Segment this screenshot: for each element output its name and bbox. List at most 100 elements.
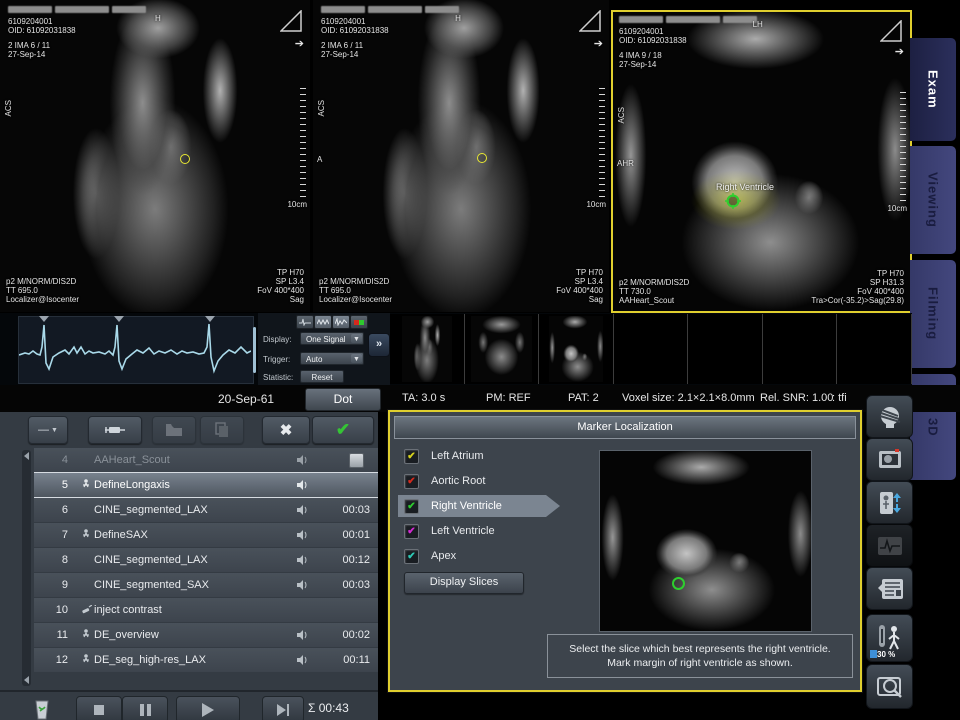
checkbox-checked-icon[interactable] (404, 474, 419, 489)
thumbnail-sagittal[interactable] (390, 314, 465, 384)
rv-marker-crosshair-icon[interactable] (725, 193, 741, 209)
queue-row[interactable]: 6 CINE_segmented_LAX 00:03 (34, 498, 378, 522)
arrow-right-icon[interactable]: ➔ (594, 40, 603, 49)
syringe-icon (78, 605, 94, 615)
inject-contrast-button[interactable] (88, 416, 142, 444)
queue-row[interactable]: 11 DE_overview 00:02 (34, 623, 378, 647)
checkbox-checked-icon[interactable] (404, 549, 419, 564)
orientation-left-label: ACS (317, 100, 326, 116)
reset-button[interactable]: Reset (300, 370, 344, 383)
corner-triangle-icon (280, 10, 302, 32)
folder-icon (165, 423, 183, 437)
waveform-icon (877, 536, 903, 556)
checkmark-icon: ✔ (336, 420, 350, 440)
trash-icon[interactable] (32, 697, 52, 720)
strip-divider-handle[interactable] (253, 327, 256, 373)
skip-icon (277, 704, 289, 716)
param-bl-3: AAHeart_Scout (619, 296, 674, 305)
scroll-down-icon[interactable] (24, 676, 29, 684)
orientation-top-label: H (455, 14, 461, 23)
copy-protocol-button[interactable] (200, 416, 244, 444)
orientation-left-label: ACS (4, 100, 13, 116)
ecg-waveform (19, 317, 251, 381)
table-move-icon (877, 490, 903, 516)
play-icon (202, 703, 214, 717)
thumbnail-empty (763, 314, 838, 384)
ecg-display (18, 316, 254, 384)
checkbox-checked-icon[interactable] (404, 524, 419, 539)
sar-monitor-button[interactable]: 30 % (866, 614, 913, 662)
param-br-2: SP L3.4 (575, 277, 603, 286)
marker-name-label: Right Ventricle (716, 182, 774, 192)
image-display-button[interactable] (866, 438, 913, 481)
cancel-button[interactable]: ✖ (262, 416, 310, 444)
queue-row[interactable]: 9 CINE_segmented_SAX 00:03 (34, 573, 378, 597)
marker-item-left-ventricle[interactable]: Left Ventricle (398, 520, 536, 542)
viewport-sagittal-1[interactable]: 6109204001 OID: 61092031838 2 IMA 6 / 11… (0, 0, 310, 312)
voxel-size-value: Voxel size: 2.1×2.1×8.0mm (622, 392, 755, 404)
chevron-down-icon[interactable]: ▼ (351, 354, 362, 363)
display-select[interactable]: One Signal▼ (300, 332, 364, 345)
physio-signal-button[interactable] (866, 524, 913, 567)
tab-exam[interactable]: Exam (910, 38, 956, 141)
status-bar: 20-Sep-61 Dot TA: 3.0 s PM: REF PAT: 2 V… (0, 385, 960, 412)
display-slices-button[interactable]: Display Slices (404, 572, 524, 594)
date-text: 27-Sep-14 (8, 50, 45, 59)
stop-icon (94, 705, 104, 715)
orientation-top-label: LH (753, 20, 763, 29)
play-button[interactable] (176, 696, 240, 720)
dot-button[interactable]: Dot (305, 388, 381, 411)
table-position-button[interactable] (866, 481, 913, 524)
reference-image (599, 450, 812, 632)
ecg-status-led-button[interactable] (350, 315, 368, 329)
queue-row[interactable]: 8 CINE_segmented_LAX 00:12 (34, 548, 378, 572)
queue-row[interactable]: 4 AAHeart_Scout (34, 448, 378, 472)
browse-search-button[interactable] (866, 664, 913, 709)
viewport-sagittal-2[interactable]: 6109204001 OID: 61092031838 2 IMA 6 / 11… (313, 0, 609, 312)
queue-row[interactable]: 7 DefineSAX 00:01 (34, 523, 378, 547)
patient-registration-button[interactable] (866, 395, 913, 438)
isocenter-marker (180, 154, 190, 164)
tab-filming[interactable]: Filming (910, 260, 956, 368)
ecg-mode-2-button[interactable] (314, 315, 332, 329)
ecg-mode-3-button[interactable] (332, 315, 350, 329)
arrow-right-icon[interactable]: ➔ (295, 40, 304, 49)
scale-label: 10cm (887, 204, 907, 213)
param-br-4: Tra>Cor(-35.2)>Sag(29.8) (811, 296, 904, 305)
thumbnail-empty (688, 314, 763, 384)
redacted-patient-name (619, 16, 757, 23)
ecg-mode-1-button[interactable] (296, 315, 314, 329)
param-bl-2: TT 730.0 (619, 287, 651, 296)
thumbnail-cardiac[interactable] (539, 314, 614, 384)
chevron-down-icon[interactable]: ▼ (351, 334, 362, 343)
checkbox-checked-icon[interactable] (404, 449, 419, 464)
trigger-select[interactable]: Auto▼ (300, 352, 364, 365)
marker-item-aortic-root[interactable]: Aortic Root (398, 470, 536, 492)
date-text: 27-Sep-14 (619, 60, 656, 69)
viewport-cardiac-selected[interactable]: 6109204001 OID: 61092031838 4 IMA 9 / 18… (611, 10, 912, 313)
marker-item-apex[interactable]: Apex (398, 545, 536, 567)
marker-item-right-ventricle[interactable]: Right Ventricle (398, 495, 546, 517)
queue-scrollbar[interactable] (22, 450, 31, 686)
pause-icon (140, 704, 151, 716)
queue-row[interactable]: 12 DE_seg_high-res_LAX 00:11 (34, 648, 378, 672)
orientation-left2-label: A (317, 155, 322, 164)
queue-row-selected[interactable]: 5 DefineLongaxis (34, 473, 378, 497)
stop-button[interactable] (76, 696, 122, 720)
queue-row[interactable]: 10 inject contrast (34, 598, 378, 622)
confirm-button[interactable]: ✔ (312, 416, 374, 444)
exam-report-button[interactable] (866, 567, 913, 610)
expand-physio-button[interactable]: » (368, 333, 390, 357)
checkbox-checked-icon[interactable] (404, 499, 419, 514)
marker-localization-dialog: Marker Localization Left Atrium Aortic R… (388, 410, 862, 692)
marker-item-left-atrium[interactable]: Left Atrium (398, 445, 536, 467)
queue-options-button[interactable]: —▼ (28, 416, 68, 444)
thumbnail-coronal[interactable] (465, 314, 540, 384)
scroll-up-icon[interactable] (24, 452, 29, 460)
skip-to-end-button[interactable] (262, 696, 304, 720)
arrow-right-icon[interactable]: ➔ (895, 48, 904, 57)
pause-button[interactable] (122, 696, 168, 720)
open-protocol-button[interactable] (152, 416, 196, 444)
tab-viewing[interactable]: Viewing (910, 146, 956, 254)
speaker-icon (282, 530, 322, 540)
